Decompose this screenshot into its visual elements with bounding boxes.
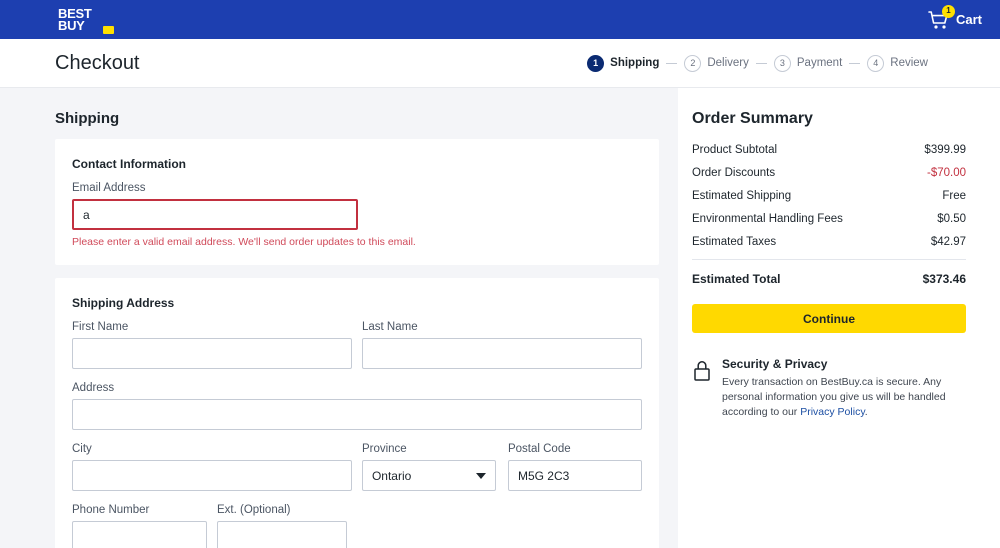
cart-icon: 1 [927, 4, 955, 32]
step-separator [849, 62, 861, 64]
cart-label: Cart [955, 12, 982, 27]
cart-button[interactable]: 1 Cart [927, 4, 982, 32]
step-delivery[interactable]: 2 Delivery [684, 54, 749, 72]
step-payment[interactable]: 3 Payment [773, 54, 843, 72]
summary-row-environmental-fees: Environmental Handling Fees $0.50 [692, 213, 966, 225]
summary-label: Order Discounts [692, 167, 776, 179]
bestbuy-logo[interactable]: BEST BUY [58, 4, 114, 35]
summary-value: Free [942, 190, 966, 202]
summary-label: Estimated Shipping [692, 190, 792, 202]
step-delivery-label: Delivery [707, 57, 749, 69]
estimated-total-label: Estimated Total [692, 272, 781, 286]
page-title: Checkout [55, 51, 140, 74]
contact-information-title: Contact Information [72, 157, 186, 171]
summary-divider [692, 259, 966, 260]
summary-label: Environmental Handling Fees [692, 213, 843, 225]
step-separator [755, 62, 767, 64]
privacy-policy-link[interactable]: Privacy Policy [800, 406, 865, 418]
cart-badge-count: 1 [941, 4, 955, 18]
top-navigation-bar: BEST BUY 1 Cart [0, 0, 1000, 39]
city-input[interactable] [72, 460, 352, 491]
step-review-number: 4 [867, 54, 885, 72]
summary-row-estimated-total: Estimated Total $373.46 [692, 272, 966, 286]
shipping-section-heading: Shipping [55, 110, 120, 127]
security-privacy-title: Security & Privacy [722, 357, 828, 371]
last-name-input[interactable] [362, 338, 642, 369]
postal-code-input[interactable] [507, 460, 642, 491]
shipping-address-title: Shipping Address [72, 296, 175, 310]
order-summary-panel: Order Summary Product Subtotal $399.99 O… [678, 88, 1000, 548]
extension-input[interactable] [217, 521, 347, 548]
checkout-header: Checkout 1 Shipping 2 Delivery 3 Payment… [0, 39, 1000, 88]
shipping-column: Shipping Contact Information Email Addre… [0, 88, 678, 548]
step-review[interactable]: 4 Review [867, 54, 928, 72]
last-name-label: Last Name [362, 321, 418, 333]
address-input[interactable] [72, 399, 642, 430]
phone-number-label: Phone Number [72, 504, 150, 516]
security-text-after: . [864, 406, 868, 418]
summary-value: $0.50 [937, 213, 966, 225]
email-input[interactable] [72, 199, 358, 230]
security-privacy-section: Security & Privacy Every transaction on … [692, 357, 966, 420]
step-shipping-number: 1 [587, 54, 605, 72]
summary-label: Estimated Taxes [692, 236, 777, 248]
first-name-label: First Name [72, 321, 129, 333]
step-shipping-label: Shipping [610, 57, 660, 69]
checkout-body: Shipping Contact Information Email Addre… [0, 88, 1000, 548]
summary-row-estimated-taxes: Estimated Taxes $42.97 [692, 236, 966, 248]
city-label: City [72, 443, 92, 455]
email-label: Email Address [72, 182, 146, 194]
checkout-steps: 1 Shipping 2 Delivery 3 Payment 4 Review [587, 54, 928, 72]
logo-pricetag-icon [103, 26, 114, 34]
step-review-label: Review [890, 57, 928, 69]
summary-label: Product Subtotal [692, 144, 778, 156]
summary-row-product-subtotal: Product Subtotal $399.99 [692, 144, 966, 156]
step-payment-number: 3 [773, 54, 791, 72]
summary-row-estimated-shipping: Estimated Shipping Free [692, 190, 966, 202]
province-select[interactable]: Ontario [361, 460, 496, 491]
province-label: Province [361, 443, 407, 455]
address-label: Address [72, 382, 115, 394]
postal-code-label: Postal Code [507, 443, 571, 455]
step-shipping[interactable]: 1 Shipping [587, 54, 660, 72]
security-privacy-description: Every transaction on BestBuy.ca is secur… [722, 375, 966, 420]
step-payment-label: Payment [796, 57, 843, 69]
step-separator [666, 62, 678, 64]
email-error-message: Please enter a valid email address. We'l… [72, 236, 416, 248]
step-delivery-number: 2 [684, 54, 702, 72]
continue-button[interactable]: Continue [692, 304, 966, 333]
shipping-address-card: Shipping Address First Name Last Name Ad… [55, 278, 659, 548]
contact-information-card: Contact Information Email Address Please… [55, 139, 659, 265]
lock-icon [692, 359, 712, 420]
order-summary-title: Order Summary [692, 110, 813, 127]
security-privacy-text-block: Security & Privacy Every transaction on … [722, 357, 966, 420]
summary-value: $42.97 [930, 236, 966, 248]
phone-number-input[interactable] [72, 521, 207, 548]
summary-value: $399.99 [924, 144, 966, 156]
first-name-input[interactable] [72, 338, 352, 369]
summary-value: -$70.00 [926, 167, 966, 179]
extension-label: Ext. (Optional) [217, 504, 291, 516]
summary-row-order-discounts: Order Discounts -$70.00 [692, 167, 966, 179]
estimated-total-value: $373.46 [922, 272, 966, 286]
